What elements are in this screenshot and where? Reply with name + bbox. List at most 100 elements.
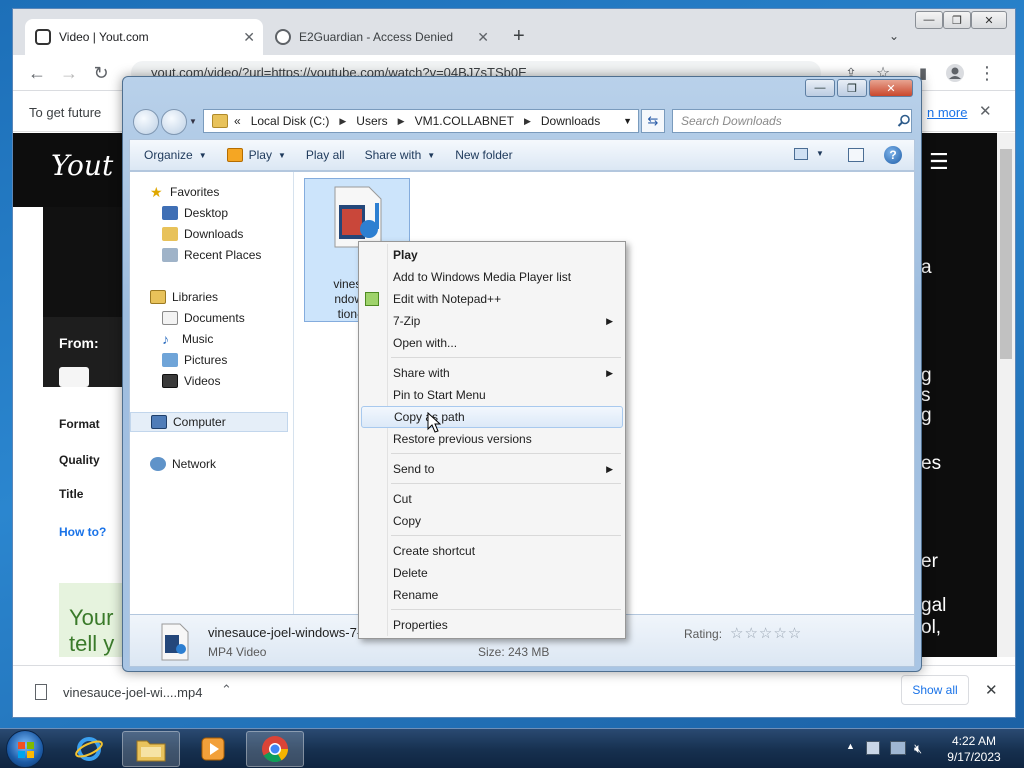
- breadcrumb-users[interactable]: Users: [356, 114, 387, 128]
- menu-item-send-to[interactable]: Send to ▶: [361, 458, 623, 480]
- menu-item-add-to-wmp-list[interactable]: Add to Windows Media Player list: [361, 266, 623, 288]
- menu-item-share-with[interactable]: Share with ▶: [361, 362, 623, 384]
- nav-recent-places[interactable]: Recent Places: [130, 245, 294, 265]
- menu-item-open-with[interactable]: Open with...: [361, 332, 623, 354]
- rating-stars[interactable]: ☆☆☆☆☆: [730, 624, 802, 642]
- yout-logo[interactable]: Yout: [51, 149, 113, 182]
- reload-icon[interactable]: ↻: [89, 61, 113, 85]
- menu-item-edit-with-notepadpp[interactable]: Edit with Notepad++: [361, 288, 623, 310]
- organize-button[interactable]: Organize ▼: [144, 148, 207, 162]
- breadcrumb-separator-icon[interactable]: ▶: [398, 116, 405, 127]
- tab-e2guardian[interactable]: E2Guardian - Access Denied ✕: [265, 19, 497, 55]
- action-center-flag-icon[interactable]: [866, 741, 880, 755]
- download-item[interactable]: vinesauce-joel-wi....mp4: [63, 685, 202, 700]
- search-icon: [897, 114, 910, 127]
- breadcrumb-overflow[interactable]: «: [234, 114, 241, 128]
- tab-close-icon[interactable]: ✕: [243, 29, 255, 46]
- dropdown-arrow-icon: ▼: [277, 150, 286, 160]
- show-hidden-icons-icon[interactable]: ▲: [846, 741, 855, 751]
- learn-more-link[interactable]: n more: [927, 105, 967, 120]
- breadcrumb-separator-icon[interactable]: ▶: [339, 116, 346, 127]
- hamburger-menu-icon[interactable]: ☰: [929, 149, 949, 175]
- download-bar-close-icon[interactable]: ✕: [985, 681, 998, 699]
- range-slider-handle[interactable]: [59, 367, 89, 387]
- help-icon[interactable]: ?: [884, 146, 902, 164]
- refresh-icon[interactable]: ⇆: [641, 109, 665, 133]
- menu-item-properties[interactable]: Properties: [361, 614, 623, 636]
- views-icon[interactable]: [794, 148, 808, 160]
- close-button[interactable]: ✕: [869, 79, 913, 97]
- back-arrow-icon[interactable]: ←: [25, 61, 49, 85]
- forward-arrow-icon[interactable]: →: [57, 61, 81, 85]
- tab-yout[interactable]: Video | Yout.com ✕: [25, 19, 263, 55]
- how-to-link[interactable]: How to?: [59, 525, 106, 539]
- taskbar-internet-explorer[interactable]: [60, 731, 118, 767]
- views-dropdown-icon[interactable]: ▼: [816, 149, 824, 158]
- nav-computer[interactable]: Computer: [130, 412, 288, 432]
- chevron-up-icon[interactable]: ⌃: [221, 682, 232, 698]
- download-bar: vinesauce-joel-wi....mp4 ⌃ Show all ✕: [13, 665, 1015, 717]
- right-dark-column: a g s g es er gal ol,: [919, 207, 997, 657]
- infobar-close-icon[interactable]: ✕: [979, 102, 992, 120]
- menu-item-cut[interactable]: Cut: [361, 488, 623, 510]
- menu-item-restore-previous-versions[interactable]: Restore previous versions: [361, 428, 623, 450]
- page-scrollbar[interactable]: [997, 133, 1015, 657]
- nav-music[interactable]: ♪ Music: [130, 329, 294, 349]
- preview-pane-icon[interactable]: [848, 148, 864, 162]
- address-dropdown-icon[interactable]: ▼: [623, 116, 632, 126]
- forward-button[interactable]: [161, 109, 187, 135]
- menu-item-delete[interactable]: Delete: [361, 562, 623, 584]
- breadcrumb-separator-icon[interactable]: ▶: [524, 116, 531, 127]
- right-fragment: g: [921, 405, 932, 426]
- menu-kebab-icon[interactable]: ⋮: [975, 61, 999, 85]
- mouse-cursor-icon: [427, 412, 441, 433]
- menu-item-7zip[interactable]: 7-Zip ▶: [361, 310, 623, 332]
- tab-search-chevron-icon[interactable]: ⌄: [889, 29, 899, 43]
- nav-desktop[interactable]: Desktop: [130, 203, 294, 223]
- minimize-button[interactable]: —: [915, 11, 943, 29]
- play-button[interactable]: Play ▼: [226, 148, 286, 162]
- share-with-button[interactable]: Share with ▼: [365, 148, 436, 162]
- menu-item-play[interactable]: Play: [361, 244, 623, 266]
- menu-item-copy-as-path[interactable]: Copy as path: [361, 406, 623, 428]
- minimize-button[interactable]: —: [805, 79, 835, 97]
- play-all-button[interactable]: Play all: [306, 148, 345, 162]
- taskbar-chrome[interactable]: [246, 731, 304, 767]
- breadcrumb-downloads[interactable]: Downloads: [541, 114, 600, 128]
- nav-videos[interactable]: Videos: [130, 371, 294, 391]
- nav-network[interactable]: Network: [130, 454, 294, 474]
- menu-item-create-shortcut[interactable]: Create shortcut: [361, 540, 623, 562]
- nav-libraries[interactable]: Libraries: [130, 287, 294, 307]
- search-input[interactable]: Search Downloads: [672, 109, 912, 133]
- from-label: From:: [59, 335, 99, 351]
- maximize-button[interactable]: ❐: [837, 79, 867, 97]
- maximize-button[interactable]: ❐: [943, 11, 971, 29]
- nav-pictures[interactable]: Pictures: [130, 350, 294, 370]
- volume-muted-icon[interactable]: 🔇︎: [914, 741, 922, 757]
- quality-label: Quality: [59, 453, 100, 467]
- nav-documents[interactable]: Documents: [130, 308, 294, 328]
- pictures-icon: [162, 353, 178, 367]
- system-clock[interactable]: 4:22 AM 9/17/2023: [934, 733, 1014, 765]
- profile-avatar-icon[interactable]: [943, 61, 967, 85]
- menu-item-copy[interactable]: Copy: [361, 510, 623, 532]
- nav-favorites[interactable]: ★ Favorites: [130, 182, 294, 202]
- new-folder-button[interactable]: New folder: [455, 148, 512, 162]
- scrollbar-thumb[interactable]: [1000, 149, 1012, 359]
- address-bar[interactable]: « Local Disk (C:) ▶ Users ▶ VM1.COLLABNE…: [203, 109, 639, 133]
- back-button[interactable]: [133, 109, 159, 135]
- recent-pages-chevron-icon[interactable]: ▼: [189, 117, 197, 126]
- show-all-button[interactable]: Show all: [901, 675, 969, 705]
- network-status-icon[interactable]: [890, 741, 906, 755]
- breadcrumb-user[interactable]: VM1.COLLABNET: [415, 114, 514, 128]
- close-window-button[interactable]: ✕: [971, 11, 1007, 29]
- nav-downloads[interactable]: Downloads: [130, 224, 294, 244]
- menu-item-pin-to-start[interactable]: Pin to Start Menu: [361, 384, 623, 406]
- menu-item-rename[interactable]: Rename: [361, 584, 623, 606]
- breadcrumb-local-disk[interactable]: Local Disk (C:): [251, 114, 330, 128]
- start-button[interactable]: [6, 730, 44, 768]
- tab-close-icon[interactable]: ✕: [477, 29, 489, 46]
- taskbar-media-player[interactable]: [184, 731, 242, 767]
- taskbar-explorer[interactable]: [122, 731, 180, 767]
- new-tab-button[interactable]: +: [513, 25, 525, 48]
